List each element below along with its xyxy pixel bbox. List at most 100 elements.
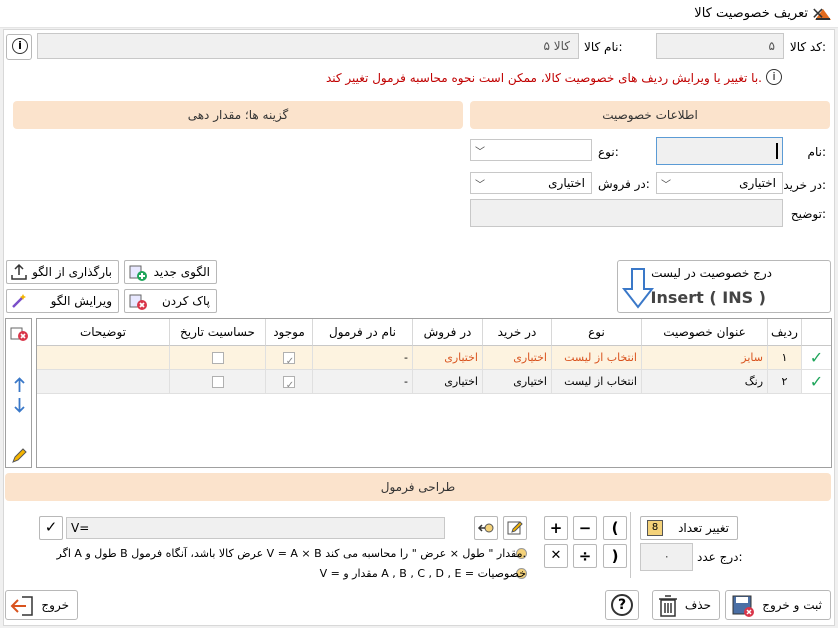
- formula-input[interactable]: V=: [66, 517, 445, 539]
- info-button[interactable]: i: [6, 34, 32, 60]
- attr-info-section: اطلاعات خصوصیت: [470, 101, 830, 129]
- edit-wand-icon: [12, 294, 26, 308]
- name-input[interactable]: [656, 137, 783, 165]
- title-bar: تعریف خصوصیت کالا ✕: [0, 0, 838, 28]
- col-header-exists[interactable]: موجود: [265, 319, 312, 346]
- col-header-buy[interactable]: در خرید: [482, 319, 551, 346]
- col-header-formula-name[interactable]: نام در فرمول: [312, 319, 412, 346]
- op-divide-button[interactable]: ÷: [573, 544, 597, 568]
- col-header-desc[interactable]: توضیحات: [37, 319, 169, 346]
- exit-icon: [10, 596, 33, 616]
- cell-type[interactable]: انتخاب از لیست: [551, 370, 641, 394]
- cell-date[interactable]: [169, 346, 265, 370]
- count-badge-icon: 8: [647, 520, 663, 536]
- divider: [630, 512, 631, 578]
- formula-confirm-button[interactable]: ✓: [39, 516, 63, 540]
- edit-pencil-icon[interactable]: [11, 447, 28, 464]
- op-open-paren-button[interactable]: (: [603, 516, 627, 540]
- cell-buy[interactable]: اختیاری: [482, 370, 551, 394]
- col-header-date-sensitivity[interactable]: حساسیت تاریخ: [169, 319, 265, 346]
- row-ok-icon: ✓: [801, 370, 831, 394]
- cell-date[interactable]: [169, 370, 265, 394]
- load-pattern-button[interactable]: بارگذاری از الگو: [6, 260, 119, 284]
- window-title: تعریف خصوصیت کالا: [694, 6, 808, 21]
- product-name-label: نام کالا:: [584, 40, 623, 54]
- options-section: گزینه ها؛ مقدار دهی: [13, 101, 463, 129]
- new-pattern-icon: [129, 265, 147, 281]
- cell-title[interactable]: سایز: [641, 346, 767, 370]
- cell-buy[interactable]: اختیاری: [482, 346, 551, 370]
- col-header-row[interactable]: ردیف: [767, 319, 801, 346]
- col-header-type[interactable]: نوع: [551, 319, 641, 346]
- cell-idx: ۲: [767, 370, 801, 394]
- type-label: نوع:: [598, 145, 619, 159]
- desc-input[interactable]: [470, 199, 783, 227]
- cell-sell[interactable]: اختیاری: [412, 370, 482, 394]
- op-minus-button[interactable]: −: [573, 516, 597, 540]
- col-header-sell[interactable]: در فروش: [412, 319, 482, 346]
- cell-sell[interactable]: اختیاری: [412, 346, 482, 370]
- formula-backspace-button[interactable]: [474, 516, 498, 540]
- save-disk-icon: [732, 595, 754, 617]
- delete-button[interactable]: حذف: [652, 590, 720, 620]
- edit-pencil-icon: [507, 521, 523, 535]
- cell-desc[interactable]: [37, 346, 169, 370]
- op-close-paren-button[interactable]: ): [603, 544, 627, 568]
- date-checkbox: [211, 352, 224, 364]
- cell-exists[interactable]: [265, 346, 312, 370]
- move-down-icon[interactable]: [13, 397, 26, 413]
- formula-hint-2: V = مقدار و A , B , C , D , E = خصوصیات: [319, 567, 526, 580]
- warning-info-icon: i: [766, 69, 782, 85]
- date-checkbox: [211, 376, 224, 388]
- clear-button[interactable]: پاک کردن: [124, 289, 217, 313]
- desc-label: توضیح:: [790, 207, 826, 221]
- cell-idx: ۱: [767, 346, 801, 370]
- help-button[interactable]: ?: [605, 590, 639, 620]
- code-field[interactable]: ۵: [656, 33, 784, 59]
- code-label: کد کالا:: [789, 40, 826, 54]
- formula-hint-1: اگر A طول و B عرض کالا باشد، آنگاه فرمول…: [56, 547, 526, 560]
- cell-formula[interactable]: -: [312, 346, 412, 370]
- cell-title[interactable]: رنگ: [641, 370, 767, 394]
- exists-checkbox: [283, 352, 295, 364]
- new-pattern-button[interactable]: الگوی جدید: [124, 260, 217, 284]
- number-input[interactable]: ۰: [640, 543, 693, 571]
- chevron-down-icon: ﹀: [661, 180, 671, 191]
- attributes-grid: ردیف عنوان خصوصیت نوع در خرید در فروش نا…: [36, 318, 832, 468]
- exists-checkbox: [283, 376, 295, 388]
- cell-formula[interactable]: -: [312, 370, 412, 394]
- op-plus-button[interactable]: +: [544, 516, 568, 540]
- buy-select[interactable]: ﹀ اختیاری: [656, 172, 783, 194]
- warning-text: با تغییر یا ویرایش ردیف های خصوصیت کالا،…: [325, 71, 762, 85]
- chevron-down-icon: ﹀: [475, 180, 485, 191]
- move-up-icon[interactable]: [13, 377, 26, 393]
- help-icon: ?: [611, 594, 633, 616]
- info-icon: i: [12, 38, 28, 54]
- cell-exists[interactable]: [265, 370, 312, 394]
- col-header-title[interactable]: عنوان خصوصیت: [641, 319, 767, 346]
- cell-desc[interactable]: [37, 370, 169, 394]
- buy-label: در خرید:: [783, 178, 826, 192]
- cell-type[interactable]: انتخاب از لیست: [551, 346, 641, 370]
- close-icon[interactable]: ✕: [806, 4, 830, 24]
- edit-pattern-button[interactable]: ویرایش الگو: [6, 289, 119, 313]
- change-count-button[interactable]: تغییر تعداد 8: [640, 516, 738, 540]
- formula-edit-button[interactable]: [503, 516, 527, 540]
- op-multiply-button[interactable]: ✕: [544, 544, 568, 568]
- check-icon: ✓: [44, 518, 58, 536]
- type-select[interactable]: ﹀: [470, 139, 592, 161]
- sell-label: در فروش:: [598, 177, 650, 191]
- upload-icon: [11, 263, 27, 280]
- save-exit-button[interactable]: ثبت و خروج: [725, 590, 831, 620]
- grid-sidebar: [5, 318, 32, 468]
- chevron-down-icon: ﹀: [475, 147, 485, 158]
- delete-row-icon[interactable]: [10, 325, 30, 343]
- sell-select[interactable]: ﹀ اختیاری: [470, 172, 592, 194]
- insert-attribute-button[interactable]: درج خصوصیت در لیست Insert ( INS ): [617, 260, 831, 313]
- col-header-status: [801, 319, 831, 346]
- insert-number-label: درج عدد:: [697, 550, 743, 564]
- exit-button[interactable]: خروج: [5, 590, 78, 620]
- product-name-field[interactable]: کالا ۵: [37, 33, 579, 59]
- clear-icon: [129, 294, 147, 310]
- trash-icon: [659, 595, 677, 617]
